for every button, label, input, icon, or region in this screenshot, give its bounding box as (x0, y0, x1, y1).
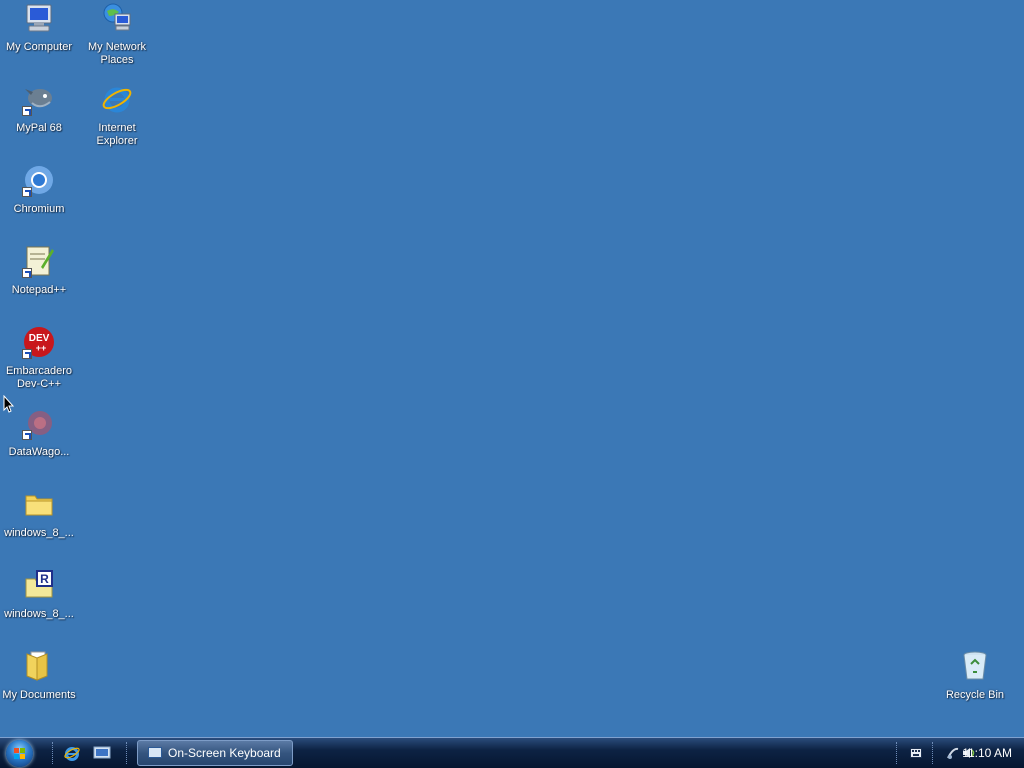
desktop-icon-my-computer[interactable]: My Computer (0, 2, 78, 54)
taskbar-button-on-screen-keyboard[interactable]: On-Screen Keyboard (137, 740, 293, 766)
notepadpp-icon (22, 245, 55, 278)
taskbar-separator (126, 742, 129, 764)
network-icon[interactable] (946, 746, 960, 760)
devcpp-icon: DEV ++ (22, 326, 55, 359)
taskbar: On-Screen Keyboard 11:10 AM (0, 737, 1024, 768)
desktop-icon-label: DataWago... (8, 446, 70, 458)
desktop-icon-label: Internet Explorer (96, 122, 138, 147)
desktop-icon-label: Notepad++ (11, 284, 67, 296)
desktop-icon-internet-explorer[interactable]: Internet Explorer (78, 83, 156, 148)
mouse-pointer-icon (3, 395, 15, 413)
desktop-icon-label: windows_8_... (4, 527, 74, 539)
datawago-icon (22, 407, 55, 440)
desktop-icon-my-network-places[interactable]: My Network Places (78, 2, 156, 67)
desktop-icon-chromium[interactable]: Chromium (0, 164, 78, 216)
desktop-icon-my-documents[interactable]: My Documents (0, 650, 78, 702)
internet-explorer-icon[interactable] (63, 744, 81, 762)
clock[interactable]: 11:10 AM (962, 746, 1012, 760)
svg-text:++: ++ (36, 343, 47, 353)
folder-icon (23, 488, 55, 520)
keyboard-tray-icon[interactable] (910, 748, 922, 758)
shortcut-arrow-icon (22, 430, 32, 440)
desktop-icon-datawago[interactable]: DataWago... (0, 407, 78, 459)
desktop-icon-label: Embarcadero Dev-C++ (5, 365, 73, 390)
shortcut-arrow-icon (22, 187, 32, 197)
taskbar-separator (52, 742, 55, 764)
tray-separator (932, 742, 935, 764)
shortcut-arrow-icon (22, 268, 32, 278)
chromium-icon (22, 164, 55, 197)
system-tray: 11:10 AM (874, 738, 1024, 768)
shortcut-arrow-icon (22, 106, 32, 116)
mypal-icon (22, 83, 55, 116)
r-document-icon: R (23, 569, 55, 601)
desktop-icon-label: Recycle Bin (945, 689, 1005, 701)
desktop-icon-devcpp[interactable]: DEV ++ Embarcadero Dev-C++ (0, 326, 78, 391)
desktop-icon-windows8-rfile[interactable]: R windows_8_... (0, 569, 78, 621)
desktop: My Computer My Network Places MyPal 68 I… (0, 0, 1024, 738)
computer-icon (23, 2, 55, 34)
desktop-icon-label: Chromium (13, 203, 65, 215)
desktop-icon-label: My Network Places (87, 41, 147, 66)
keyboard-icon (148, 747, 162, 758)
show-desktop-icon[interactable] (93, 744, 111, 762)
desktop-icon-recycle-bin[interactable]: Recycle Bin (936, 650, 1014, 702)
taskbar-button-label: On-Screen Keyboard (168, 746, 281, 760)
shortcut-arrow-icon (22, 349, 32, 359)
desktop-icon-label: My Computer (5, 41, 73, 53)
desktop-icon-windows8-folder[interactable]: windows_8_... (0, 488, 78, 540)
tray-separator (896, 742, 899, 764)
windows-flag-icon (14, 748, 25, 759)
desktop-icon-label: My Documents (2, 689, 76, 701)
desktop-icon-notepadpp[interactable]: Notepad++ (0, 245, 78, 297)
start-button[interactable] (6, 740, 33, 767)
documents-folder-icon (23, 650, 55, 682)
recycle-bin-icon (959, 650, 991, 682)
svg-text:R: R (40, 572, 49, 586)
desktop-icon-label: windows_8_... (4, 608, 74, 620)
network-places-icon (101, 2, 133, 34)
desktop-icon-label: MyPal 68 (16, 122, 62, 134)
desktop-icon-mypal[interactable]: MyPal 68 (0, 83, 78, 135)
internet-explorer-icon (101, 83, 133, 115)
